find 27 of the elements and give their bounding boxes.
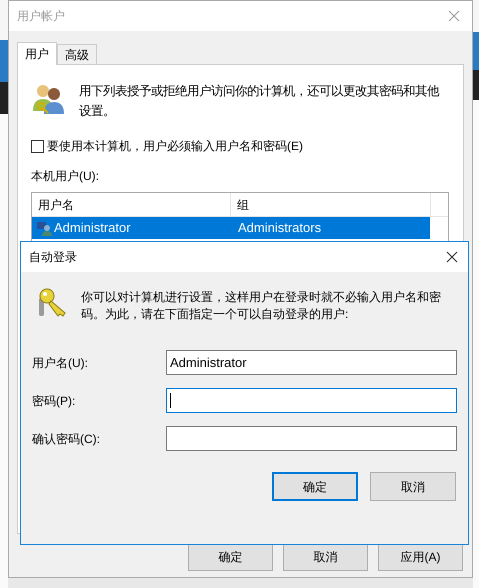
table-cell: Administrators — [238, 220, 322, 236]
close-icon[interactable] — [446, 251, 458, 263]
checkbox[interactable] — [31, 140, 44, 152]
dialog-button[interactable]: 取消 — [283, 543, 368, 571]
field-label: 用户名(U): — [32, 354, 89, 372]
dialog-button[interactable]: 取消 — [370, 472, 456, 501]
tab[interactable]: 高级 — [57, 44, 97, 64]
field-label: 确认密码(C): — [32, 430, 101, 448]
window-title: 用户帐户 — [17, 8, 65, 25]
column-header[interactable]: 组 — [231, 193, 431, 216]
tab[interactable]: 用户 — [17, 42, 57, 65]
input-field[interactable] — [166, 388, 457, 413]
user-row[interactable]: Administrator Administrators — [32, 217, 430, 239]
user-icon — [36, 220, 52, 236]
table-cell-text: Administrator — [54, 219, 131, 238]
dialog-button[interactable]: 应用(A) — [378, 543, 463, 571]
users-label: 本机用户(U): — [31, 168, 100, 185]
description-text: 用下列表授予或拒绝用户访问你的计算机，还可以更改其密码和其他设置。 — [79, 83, 440, 120]
description-text: 你可以对计算机进行设置，这样用户在登录时就不必输入用户名和密码。为此，请在下面指定一个可以自动登录的用户: — [81, 289, 442, 323]
dialog-button[interactable]: 确定 — [188, 543, 273, 571]
dialog-button[interactable]: 确定 — [272, 472, 358, 501]
field-label: 密码(P): — [32, 392, 76, 410]
dialog-title: 自动登录 — [29, 249, 77, 266]
input-field[interactable]: Administrator — [166, 350, 457, 375]
column-header[interactable]: 用户名 — [32, 193, 231, 216]
input-field[interactable] — [166, 426, 457, 451]
checkbox-label[interactable]: 要使用本计算机，用户必须输入用户名和密码(E) — [47, 137, 303, 155]
